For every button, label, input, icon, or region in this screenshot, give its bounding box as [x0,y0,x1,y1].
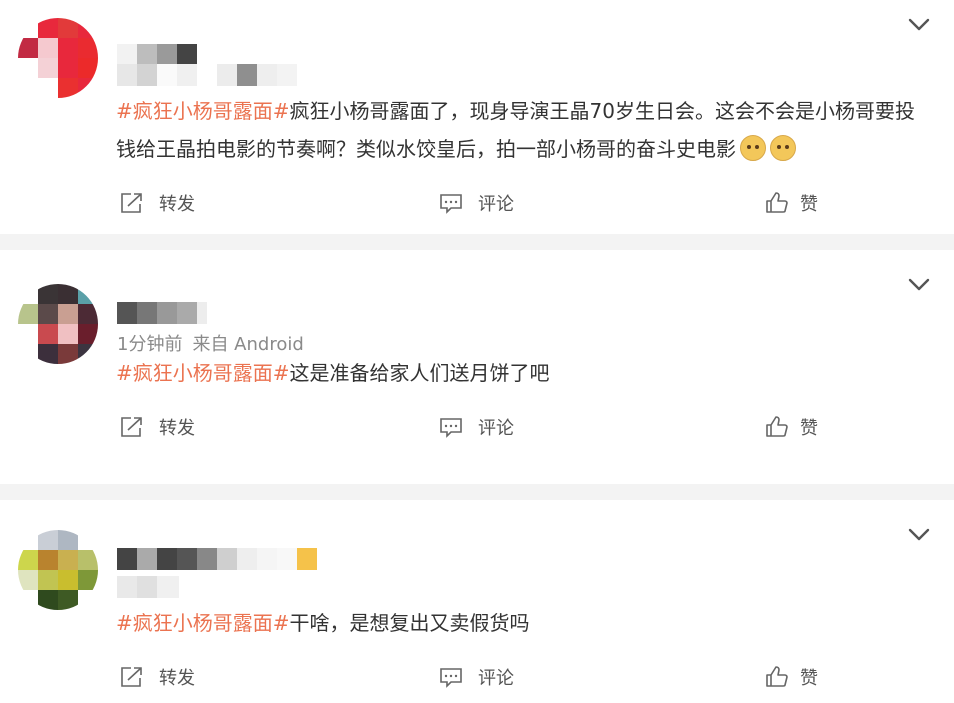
comment-button[interactable]: 评论 [438,190,514,216]
post-card: 1分钟前 来自 Android #疯狂小杨哥露面#这是准备给家人们送月饼了吧 转发… [0,250,954,484]
like-icon [766,192,788,213]
comment-icon [440,418,462,438]
post-meta [117,64,297,86]
post-meta [117,576,179,598]
like-icon [766,416,788,437]
like-icon [766,666,788,687]
chevron-down-icon[interactable] [908,528,930,542]
hashtag-link[interactable]: #疯狂小杨哥露面# [116,611,290,635]
comment-button[interactable]: 评论 [438,664,514,690]
comment-label: 评论 [478,668,514,689]
hashtag-link[interactable]: #疯狂小杨哥露面# [116,361,290,385]
comment-icon [440,668,462,688]
post-content: #疯狂小杨哥露面#疯狂小杨哥露面了，现身导演王晶70岁生日会。这会不会是小杨哥要… [116,92,934,168]
username[interactable] [117,548,317,570]
action-bar: 转发 评论 赞 [0,664,954,694]
like-button[interactable]: 赞 [764,414,818,440]
hashtag-link[interactable]: #疯狂小杨哥露面# [116,99,290,123]
repost-button[interactable]: 转发 [119,414,195,440]
username[interactable] [117,44,197,66]
post-content: #疯狂小杨哥露面#这是准备给家人们送月饼了吧 [116,354,934,392]
comment-icon [440,194,462,214]
dog-emoji-icon [740,135,766,161]
avatar[interactable] [18,284,98,364]
chevron-down-icon[interactable] [908,18,930,32]
post-content: #疯狂小杨哥露面#干啥，是想复出又卖假货吗 [116,604,934,642]
like-label: 赞 [800,668,818,689]
action-bar: 转发 评论 赞 [0,190,954,220]
username[interactable] [117,302,207,324]
post-source: 来自 Android [192,334,304,355]
avatar[interactable] [18,18,98,98]
chevron-down-icon[interactable] [908,278,930,292]
like-label: 赞 [800,418,818,439]
comment-button[interactable]: 评论 [438,414,514,440]
repost-icon [121,667,142,687]
repost-label: 转发 [159,668,195,689]
repost-label: 转发 [159,418,195,439]
comment-label: 评论 [478,194,514,215]
repost-icon [121,417,142,437]
post-card: #疯狂小杨哥露面#干啥，是想复出又卖假货吗 转发 评论 赞 [0,500,954,703]
comment-label: 评论 [478,418,514,439]
post-time: 1分钟前 [117,334,183,355]
repost-label: 转发 [159,194,195,215]
action-bar: 转发 评论 赞 [0,414,954,444]
post-meta: 1分钟前 来自 Android [117,330,304,356]
repost-icon [121,193,142,213]
repost-button[interactable]: 转发 [119,664,195,690]
post-card: #疯狂小杨哥露面#疯狂小杨哥露面了，现身导演王晶70岁生日会。这会不会是小杨哥要… [0,0,954,234]
dog-emoji-icon [770,135,796,161]
post-text: 干啥，是想复出又卖假货吗 [289,611,530,635]
repost-button[interactable]: 转发 [119,190,195,216]
avatar[interactable] [18,530,98,610]
post-text: 这是准备给家人们送月饼了吧 [289,361,550,385]
like-button[interactable]: 赞 [764,664,818,690]
like-label: 赞 [800,194,818,215]
like-button[interactable]: 赞 [764,190,818,216]
